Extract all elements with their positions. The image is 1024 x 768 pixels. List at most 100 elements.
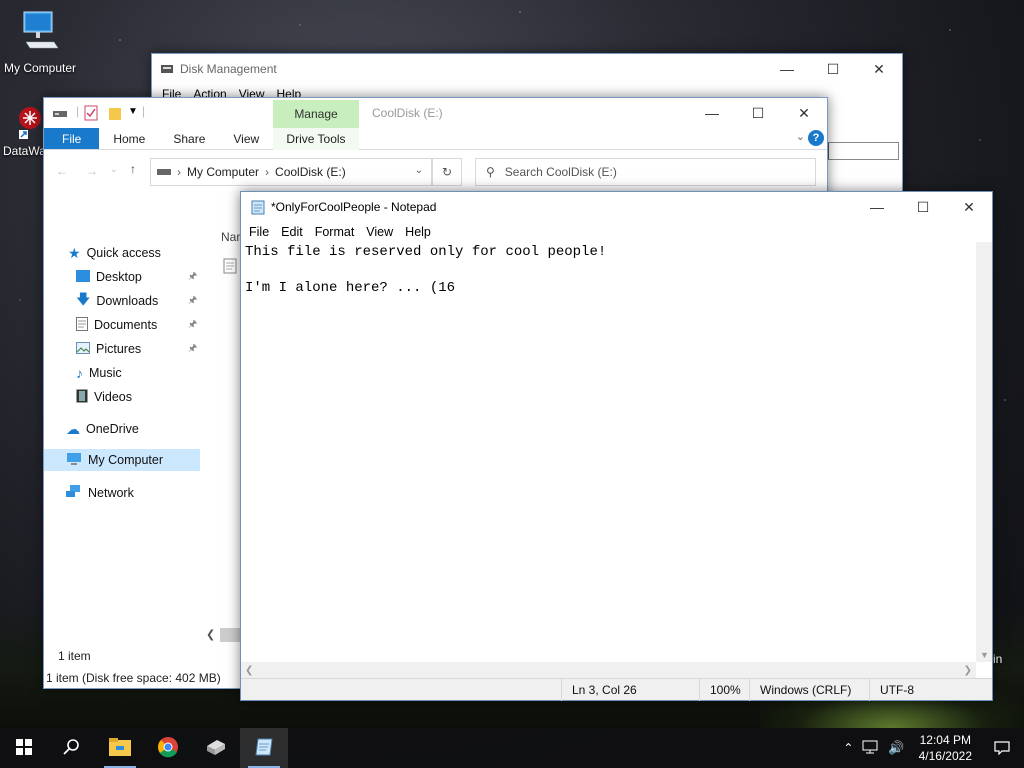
start-icon: [16, 738, 32, 758]
drive-icon: [157, 165, 171, 179]
breadcrumb-separator-icon: ›: [177, 165, 181, 179]
properties-icon[interactable]: [84, 105, 98, 124]
drive-icon: [52, 108, 68, 122]
address-dropdown-icon[interactable]: ⌄: [415, 165, 423, 176]
menu-format[interactable]: Format: [309, 225, 361, 239]
scroll-right-icon[interactable]: ❯: [964, 665, 972, 676]
network-icon: [66, 484, 82, 502]
up-arrow-icon[interactable]: ↑: [130, 162, 136, 176]
nav-desktop[interactable]: Desktop 🖈: [76, 266, 236, 288]
downloads-folder-icon: 🡇: [76, 291, 91, 307]
item-count: 1 item: [58, 649, 91, 663]
pin-icon[interactable]: 🖈: [188, 269, 197, 286]
explorer-titlebar[interactable]: | ▼ | Manage CoolDisk (E:) — ☐ ✕: [44, 98, 827, 128]
show-hidden-icons-icon[interactable]: ⌃: [838, 741, 858, 755]
breadcrumb-my-computer[interactable]: My Computer: [187, 165, 259, 179]
system-tray: ⌃ 🔊 12:04 PM 4/16/2022: [838, 728, 1024, 768]
minimize-button[interactable]: —: [854, 192, 900, 222]
notepad-window[interactable]: *OnlyForCoolPeople - Notepad — ☐ ✕ File …: [240, 191, 993, 701]
vertical-scrollbar[interactable]: ▼: [976, 242, 992, 662]
quick-access-dropdown-icon[interactable]: ▼: [128, 106, 138, 117]
pin-icon[interactable]: 🖈: [188, 341, 197, 358]
search-button[interactable]: [48, 728, 96, 768]
refresh-button[interactable]: ↻: [432, 158, 462, 186]
onedrive-cloud-icon: ☁: [66, 420, 80, 437]
notepad-icon: [254, 737, 274, 760]
start-button[interactable]: [0, 728, 48, 768]
videos-folder-icon: [76, 389, 88, 406]
chrome-icon: [157, 736, 179, 761]
nav-quick-access[interactable]: ★ Quick access: [68, 242, 161, 264]
tab-file[interactable]: File: [44, 128, 100, 149]
desktop-icon-label: My Computer: [3, 61, 77, 75]
horizontal-scrollbar[interactable]: ❮ ❯: [241, 662, 976, 678]
notepad-status-bar: Ln 3, Col 26 100% Windows (CRLF) UTF-8: [241, 678, 992, 701]
taskbar-file-explorer[interactable]: [96, 728, 144, 768]
pin-icon[interactable]: 🖈: [188, 293, 197, 310]
maximize-button[interactable]: ☐: [735, 98, 781, 128]
notepad-menubar: File Edit Format View Help: [241, 222, 992, 242]
search-icon: ⚲: [486, 165, 495, 179]
ribbon-expand-icon[interactable]: ⌄: [796, 130, 805, 143]
menu-help[interactable]: Help: [399, 225, 437, 239]
clock-date: 4/16/2022: [918, 749, 972, 763]
nav-videos[interactable]: Videos: [76, 386, 132, 408]
help-icon[interactable]: ?: [808, 130, 824, 146]
recent-locations-icon[interactable]: ⌄: [110, 164, 118, 175]
search-input[interactable]: ⚲ Search CoolDisk (E:): [475, 158, 816, 186]
close-button[interactable]: ✕: [856, 54, 902, 84]
status-line-endings: Windows (CRLF): [749, 679, 869, 701]
nav-pictures[interactable]: Pictures 🖈: [76, 338, 236, 360]
taskbar-clock[interactable]: 12:04 PM 4/16/2022: [911, 732, 980, 764]
taskbar-chrome[interactable]: [144, 728, 192, 768]
pictures-folder-icon: [76, 341, 90, 357]
window-title: CoolDisk (E:): [372, 106, 443, 120]
column-header-name[interactable]: Nar: [221, 230, 240, 244]
close-button[interactable]: ✕: [946, 192, 992, 222]
scroll-left-icon[interactable]: ❮: [206, 628, 215, 641]
tab-share[interactable]: Share: [159, 128, 219, 149]
maximize-button[interactable]: ☐: [900, 192, 946, 222]
network-status-icon[interactable]: [858, 740, 882, 757]
notepad-titlebar[interactable]: *OnlyForCoolPeople - Notepad — ☐ ✕: [241, 192, 992, 222]
menu-file[interactable]: File: [243, 225, 275, 239]
volume-icon[interactable]: 🔊: [882, 740, 910, 756]
taskbar: ⌃ 🔊 12:04 PM 4/16/2022: [0, 728, 1024, 768]
notepad-icon: [250, 199, 266, 218]
computer-icon: [0, 10, 80, 57]
computer-icon: [66, 452, 82, 468]
new-folder-icon[interactable]: [108, 105, 122, 124]
notepad-text-area[interactable]: This file is reserved only for cool peop…: [241, 242, 976, 662]
menu-view[interactable]: View: [360, 225, 399, 239]
taskbar-drive-app[interactable]: [192, 728, 240, 768]
notifications-icon[interactable]: [980, 741, 1024, 755]
tab-view[interactable]: View: [219, 128, 273, 149]
close-button[interactable]: ✕: [781, 98, 827, 128]
star-icon: ★: [68, 244, 81, 261]
pin-icon[interactable]: 🖈: [188, 317, 197, 334]
address-bar[interactable]: › My Computer › CoolDisk (E:) ⌄: [150, 158, 432, 186]
window-title: *OnlyForCoolPeople - Notepad: [271, 200, 437, 214]
disk-management-titlebar[interactable]: Disk Management — ☐ ✕: [152, 54, 902, 84]
scroll-left-icon[interactable]: ❮: [245, 665, 253, 676]
scroll-down-icon[interactable]: ▼: [980, 650, 989, 660]
desktop-icon-my-computer[interactable]: My Computer: [0, 10, 80, 75]
forward-arrow-icon[interactable]: →: [86, 164, 98, 178]
nav-documents[interactable]: Documents 🖈: [76, 314, 236, 336]
breadcrumb-cooldisk[interactable]: CoolDisk (E:): [275, 165, 346, 179]
minimize-button[interactable]: —: [689, 98, 735, 128]
nav-music[interactable]: ♪ Music: [76, 362, 122, 384]
nav-onedrive[interactable]: ☁ OneDrive: [66, 418, 139, 440]
nav-my-computer[interactable]: My Computer: [44, 449, 200, 471]
taskbar-notepad[interactable]: [240, 728, 288, 768]
tab-drive-tools[interactable]: Drive Tools: [273, 128, 359, 150]
maximize-button[interactable]: ☐: [810, 54, 856, 84]
tab-home[interactable]: Home: [99, 128, 159, 149]
menu-edit[interactable]: Edit: [275, 225, 309, 239]
back-arrow-icon[interactable]: ←: [56, 164, 68, 178]
nav-network[interactable]: Network: [66, 482, 134, 504]
horizontal-scrollbar-thumb[interactable]: [220, 628, 240, 642]
disk-management-icon: [160, 62, 174, 79]
minimize-button[interactable]: —: [764, 54, 810, 84]
nav-downloads[interactable]: 🡇 Downloads 🖈: [76, 290, 236, 312]
